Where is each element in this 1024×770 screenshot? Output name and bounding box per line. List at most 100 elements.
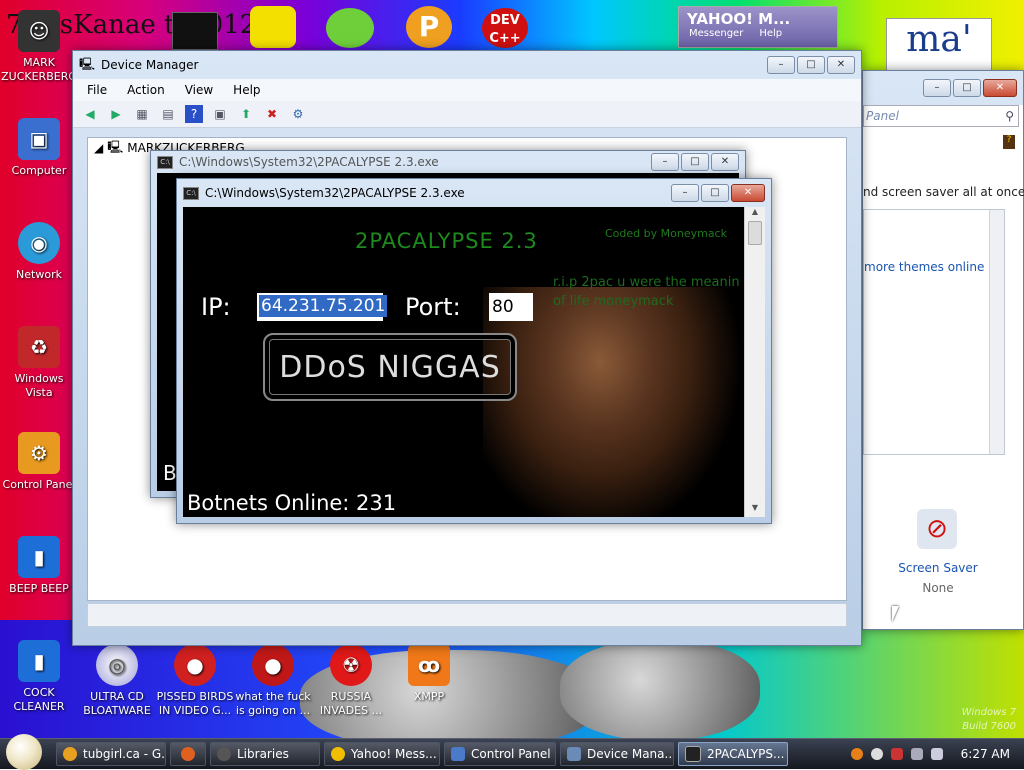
help-icon[interactable]: ? — [1003, 135, 1015, 149]
desktop-icon-mark-zuckerberg[interactable]: ☺ MARK ZUCKERBERG — [0, 10, 78, 84]
collapse-icon[interactable]: ◢ — [94, 141, 103, 155]
themes-list[interactable]: more themes online — [863, 209, 1005, 455]
status-bar — [87, 603, 847, 627]
recycle-bin-icon: ♻ — [18, 326, 60, 368]
tupac-photo — [483, 287, 743, 517]
menu-file[interactable]: File — [87, 83, 107, 97]
start-button[interactable] — [6, 734, 42, 770]
console-scrollbar[interactable]: ▲ ▼ — [744, 207, 765, 517]
enable-device-icon[interactable]: ⚙ — [289, 105, 307, 123]
themes-scrollbar[interactable] — [989, 210, 1004, 454]
scan-hardware-icon[interactable]: ▣ — [211, 105, 229, 123]
minimize-button[interactable]: – — [671, 184, 699, 202]
properties-icon[interactable]: ▤ — [159, 105, 177, 123]
blue-file-icon: ▮ — [18, 640, 60, 682]
ip-label: IP: — [201, 293, 231, 321]
more-themes-link[interactable]: more themes online — [864, 260, 984, 274]
forward-icon[interactable]: ▶ — [107, 105, 125, 123]
yahoo-icon — [331, 747, 345, 761]
yahoo-title: YAHOO! M... — [687, 10, 791, 28]
tree-view-icon[interactable]: ▦ — [133, 105, 151, 123]
minimize-button[interactable]: – — [767, 56, 795, 74]
messenger-icon[interactable] — [870, 748, 883, 760]
volume-icon[interactable] — [930, 748, 943, 760]
ddos-button[interactable]: DDoS NIGGAS — [263, 333, 517, 401]
maximize-button[interactable]: □ — [681, 153, 709, 171]
angry-bird-icon: ● — [252, 644, 294, 686]
ip-input[interactable]: 64.231.75.201 — [257, 293, 388, 321]
search-icon[interactable]: ⚲ — [1005, 106, 1014, 126]
screen-saver-value: None — [922, 581, 954, 595]
control-panel-window[interactable]: – □ ✕ Panel ⚲ ? nd screen saver all at o… — [862, 70, 1024, 630]
control-panel-icon — [451, 747, 465, 761]
pig-app-icon[interactable] — [326, 8, 374, 48]
task-2pacalypse[interactable]: 2PACALYPS... — [678, 742, 788, 766]
mao-widget: ma' — [886, 18, 992, 76]
scroll-up-arrow[interactable]: ▲ — [745, 207, 765, 221]
maximize-button[interactable]: □ — [701, 184, 729, 202]
search-icon[interactable] — [850, 748, 863, 760]
network-icon[interactable] — [910, 748, 923, 760]
devcpp-icon[interactable]: DEV C++ — [482, 8, 528, 48]
task-firefox[interactable] — [170, 742, 206, 766]
desktop-icon-xmpp[interactable]: ꝏ XMPP — [390, 644, 468, 704]
desktop-icon-computer[interactable]: ▣ Computer — [0, 118, 78, 178]
menu-action[interactable]: Action — [127, 83, 165, 97]
ddos-button-label: DDoS NIGGAS — [279, 349, 501, 385]
close-button[interactable]: ✕ — [731, 184, 765, 202]
desktop-icon-network[interactable]: ◉ Network — [0, 222, 78, 282]
update-driver-icon[interactable]: ⬆ — [237, 105, 255, 123]
search-input[interactable]: Panel ⚲ — [863, 105, 1019, 127]
tent-app-icon[interactable] — [250, 6, 296, 48]
desktop-icon-cock-cleaner[interactable]: ▮ COCK CLEANER — [0, 640, 78, 714]
close-button[interactable]: ✕ — [711, 153, 739, 171]
back-icon[interactable]: ◀ — [81, 105, 99, 123]
desktop-icon-beep-beep[interactable]: ▮ BEEP BEEP — [0, 536, 78, 596]
desktop-icon-control-panel[interactable]: ⚙ Control Panel — [0, 432, 78, 492]
desktop-icon-windows-vista[interactable]: ♻ Windows Vista — [0, 326, 78, 400]
port-input[interactable]: 80 — [489, 293, 533, 321]
yahoo-messenger-window[interactable]: YAHOO! M... Messenger Help — [678, 6, 838, 48]
yahoo-help-link[interactable]: Help — [759, 28, 782, 39]
desktop-icon-russia-invades[interactable]: ☢ RUSSIA INVADES ... — [312, 644, 390, 718]
task-control-panel[interactable]: Control Panel — [444, 742, 556, 766]
cd-icon: ◎ — [96, 644, 138, 686]
desktop-icon-pissed-birds[interactable]: ● PISSED BIRDS IN VIDEO G... — [156, 644, 234, 718]
uninstall-icon[interactable]: ✖ — [263, 105, 281, 123]
system-tray: 6:27 AM — [850, 747, 1024, 761]
task-device-manager[interactable]: Device Mana... — [560, 742, 674, 766]
help-icon[interactable]: ? — [185, 105, 203, 123]
maximize-button[interactable]: □ — [797, 56, 825, 74]
task-yahoo[interactable]: Yahoo! Mess... — [324, 742, 440, 766]
p-logo-icon[interactable]: P — [406, 6, 452, 48]
console-fragment: B — [163, 461, 177, 485]
task-libraries[interactable]: Libraries — [210, 742, 320, 766]
device-manager-icon: 🖳 — [79, 56, 96, 71]
action-center-icon[interactable] — [890, 748, 903, 760]
screen-saver-label[interactable]: Screen Saver — [863, 561, 1013, 575]
control-panel-icon: ⚙ — [18, 432, 60, 474]
cmd-icon — [685, 746, 701, 762]
radiation-icon: ☢ — [330, 644, 372, 686]
menu-view[interactable]: View — [185, 83, 213, 97]
cmd-icon: C:\ — [183, 186, 199, 200]
minimize-button[interactable]: – — [651, 153, 679, 171]
firefox-icon — [181, 747, 195, 761]
screen-saver-icon[interactable]: ⊘ — [917, 509, 957, 549]
window-title: C:\Windows\System32\2PACALYPSE 2.3.exe — [179, 155, 439, 169]
scroll-thumb[interactable] — [748, 221, 762, 245]
maximize-button[interactable]: □ — [953, 79, 981, 97]
clock[interactable]: 6:27 AM — [961, 747, 1010, 761]
desktop-icon-what-the[interactable]: ● what the fuck is going on ... — [234, 644, 312, 718]
coded-by: Coded by Moneymack — [605, 227, 727, 240]
scroll-down-arrow[interactable]: ▼ — [745, 503, 765, 517]
minimize-button[interactable]: – — [923, 79, 951, 97]
pacalypse-window[interactable]: C:\ C:\Windows\System32\2PACALYPSE 2.3.e… — [176, 178, 772, 524]
toolbar: ◀ ▶ ▦ ▤ ? ▣ ⬆ ✖ ⚙ — [73, 101, 861, 128]
menu-help[interactable]: Help — [233, 83, 260, 97]
close-button[interactable]: ✕ — [827, 56, 855, 74]
task-chrome[interactable]: tubgirl.ca - G... — [56, 742, 166, 766]
desktop-icon-ultra-cd[interactable]: ◎ ULTRA CD BLOATWARE — [78, 644, 156, 718]
taskbar-app-icon[interactable] — [172, 12, 218, 50]
close-button[interactable]: ✕ — [983, 79, 1017, 97]
